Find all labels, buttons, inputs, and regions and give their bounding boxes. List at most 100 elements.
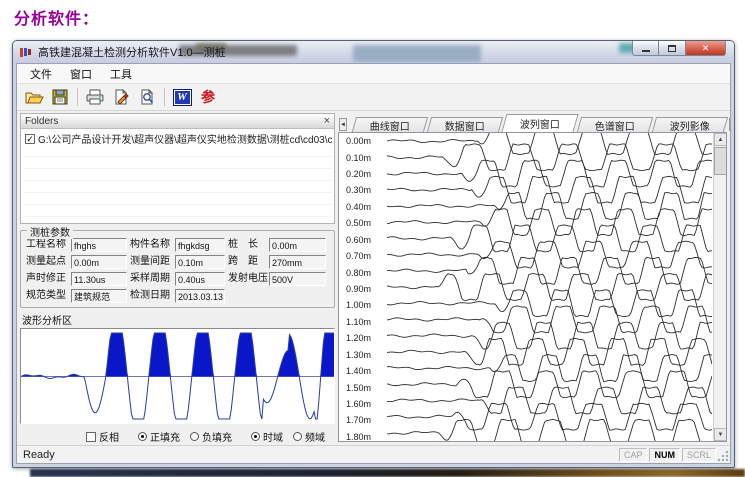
status-indicator-scrl: SCRL [682,448,716,462]
resize-grip[interactable] [717,450,729,462]
parameter-button[interactable]: 参 [195,86,221,109]
depth-label: 0.50m [346,218,371,228]
param-field[interactable]: 270mm [269,255,326,269]
tab-scroll-left-icon[interactable]: ◄ [339,118,347,131]
folder-item[interactable]: ✓G:\公司产品设计开发\超声仪器\超声仪实地检测数据\测桩cd\cd03\cd… [25,132,332,145]
tab-scroll-right-icon[interactable]: ► [729,118,730,131]
toolbar-separator [77,88,78,106]
radio-label: 正填充 [150,429,180,444]
fill-radio-option[interactable]: 负填充 [190,429,232,444]
right-panel: ◄ 曲线窗口数据窗口波列窗口色谱窗口波列影像 ► 0.00m0.10m0.20m… [337,113,728,443]
folder-list-empty-row [25,205,332,217]
tab-数据窗口[interactable]: 数据窗口 [427,117,503,132]
minimize-button[interactable] [632,41,659,56]
param-label: 工程名称 [26,238,68,252]
folder-path: G:\公司产品设计开发\超声仪器\超声仪实地检测数据\测桩cd\cd03\cd0… [38,132,332,145]
folder-list-empty-row [25,145,332,157]
invert-checkbox[interactable]: 反相 [86,429,119,444]
print-preview-button[interactable] [134,86,160,109]
window-controls: ✕ [632,41,726,56]
scroll-down-icon[interactable]: ▼ [714,428,727,441]
param-label: 规范类型 [26,289,68,303]
pile-params-group: 测桩参数 工程名称fhghs构件名称fhgkdsg桩 长0.00m测量起点0.0… [20,230,335,308]
param-field[interactable]: fhghs [71,238,127,252]
param-field[interactable]: fhgkdsg [175,238,225,252]
trace-row [387,133,712,155]
window-title: 高铁建混凝土检测分析软件V1.0—测桩 [38,44,226,60]
depth-label: 1.80m [346,432,371,442]
trace-row [387,355,712,382]
trace-row [387,257,712,284]
trace-row [387,338,712,365]
main-area: Folders × ✓G:\公司产品设计开发\超声仪器\超声仪实地检测数据\测桩… [17,111,730,445]
param-field[interactable]: 500V [269,272,326,286]
print-button[interactable] [82,86,108,109]
menu-item-窗口[interactable]: 窗口 [61,64,101,84]
trace-row [387,306,712,333]
analysis-waveform [21,329,334,423]
open-folder-icon [25,89,44,105]
desktop-background-strip [30,469,745,477]
folder-list-empty-row [25,157,332,169]
tab-曲线窗口[interactable]: 曲线窗口 [352,117,428,132]
param-field[interactable]: 11.30us [71,272,127,286]
tab-label: 曲线窗口 [370,118,410,133]
depth-label: 1.60m [346,399,371,409]
wave-analysis-plot [20,328,335,424]
folders-panel-header: Folders × [21,114,334,129]
display-options-row: 反相 正填充负填充 时域频域 [86,429,335,444]
scrollbar-thumb[interactable] [714,147,727,175]
tab-strip: ◄ 曲线窗口 数据窗口 波列窗口 色谱窗口波列影像 ► [337,113,728,132]
param-label: 声时修正 [26,272,68,286]
client-area: 文件窗口工具 [16,63,731,464]
trace-row [387,160,712,187]
menu-item-工具[interactable]: 工具 [101,64,141,84]
depth-label: 0.10m [346,153,371,163]
param-label: 测量起点 [26,255,68,269]
menu-item-文件[interactable]: 文件 [21,64,61,84]
depth-label: 1.20m [346,333,371,343]
vertical-scrollbar[interactable]: ▲ ▼ [713,133,726,441]
checkbox-icon [86,432,96,442]
param-field[interactable]: 0.00m [71,255,127,269]
param-spacer [228,289,266,303]
close-button[interactable]: ✕ [686,41,726,56]
scroll-up-icon[interactable]: ▲ [714,133,727,146]
param-label: 测量间距 [130,255,172,269]
param-label: 桩 长 [228,238,266,252]
word-icon: W [173,89,192,106]
status-bar: Ready CAPNUMSCRL [17,445,730,463]
title-bar[interactable]: 高铁建混凝土检测分析软件V1.0—测桩 ✕ [13,41,734,63]
maximize-button[interactable] [659,41,686,56]
radio-label: 时域 [263,429,283,444]
param-field[interactable]: 0.10m [175,255,225,269]
folders-close-icon[interactable]: × [324,116,330,126]
tab-label: 波列窗口 [520,116,560,131]
open-file-button[interactable] [21,86,47,109]
save-button[interactable] [47,86,73,109]
print-setup-button[interactable] [108,86,134,109]
domain-radio-option[interactable]: 频域 [293,429,325,444]
param-field[interactable]: 0.40us [175,272,225,286]
fill-radio-selected[interactable]: 正填充 [138,429,180,444]
param-field[interactable]: 2013.03.13 [175,289,225,303]
status-indicator-num: NUM [649,448,680,462]
domain-radio-selected[interactable]: 时域 [251,429,283,444]
trace-row [387,193,712,220]
folder-list-empty-row [25,217,332,223]
param-label: 采样周期 [130,272,172,286]
folder-checkbox[interactable]: ✓ [25,134,35,144]
word-export-button[interactable]: W [169,86,195,109]
tab-色谱窗口[interactable]: 色谱窗口 [577,117,653,132]
depth-label: 0.80m [346,268,371,278]
depth-label: 0.40m [346,202,371,212]
param-field[interactable]: 0.00m [269,238,326,252]
menu-bar: 文件窗口工具 [17,64,730,84]
trace-row [387,419,712,441]
depth-label: 0.70m [346,251,371,261]
param-field[interactable]: 建筑规范 [71,289,127,303]
tab-波列窗口[interactable]: 波列窗口 [501,114,578,132]
param-label: 发射电压 [228,272,266,286]
tab-波列影像[interactable]: 波列影像 [652,117,728,132]
waveform-list-panel: 0.00m0.10m0.20m0.30m0.40m0.50m0.60m0.70m… [338,132,727,442]
